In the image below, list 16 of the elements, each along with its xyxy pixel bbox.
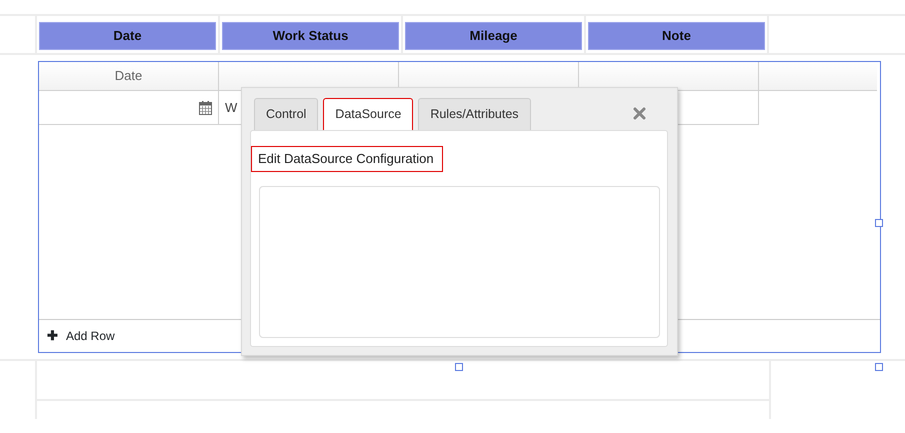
tab[interactable]: Control (254, 98, 318, 130)
resize-handle[interactable] (875, 219, 883, 227)
column-header: Mileage (405, 22, 582, 50)
column-header: Note (588, 22, 765, 50)
column-header: Date (39, 22, 216, 50)
column-header: Date (39, 62, 219, 91)
resize-handle[interactable] (875, 363, 883, 371)
calendar-icon[interactable] (199, 100, 212, 114)
tab[interactable]: Rules/Attributes (418, 98, 531, 130)
add-row-button[interactable]: ✚ Add Row (47, 326, 115, 346)
close-button[interactable] (633, 107, 646, 120)
tab[interactable]: DataSource (323, 98, 414, 130)
column-header: Work Status (222, 22, 399, 50)
section-heading: Edit DataSource Configuration (251, 146, 443, 172)
resize-handle[interactable] (455, 363, 463, 371)
plus-icon: ✚ (47, 326, 58, 346)
